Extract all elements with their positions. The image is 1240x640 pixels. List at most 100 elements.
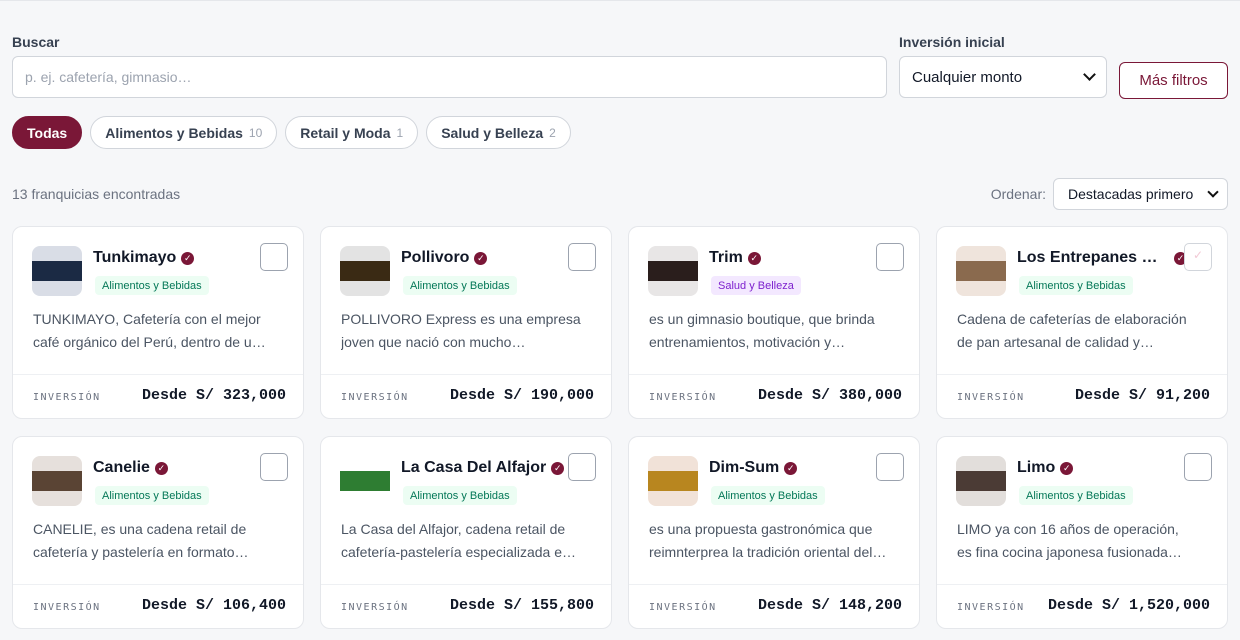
franchise-card[interactable]: Limo ✓ Alimentos y Bebidas LIMO ya con 1… — [936, 436, 1228, 629]
sort-label: Ordenar: — [990, 186, 1046, 202]
verified-badge-icon: ✓ — [154, 461, 168, 475]
franchise-logo — [32, 246, 82, 296]
verified-badge-icon: ✓ — [474, 251, 488, 265]
franchise-description: La Casa del Alfajor, cadena retail de ca… — [341, 518, 596, 564]
top-divider — [0, 0, 1240, 1]
investment-value: Desde S/ 148,200 — [757, 597, 902, 614]
chip-alimentos-y-bebidas[interactable]: Alimentos y Bebidas 10 — [90, 116, 278, 149]
franchise-name-row: Canelie ✓ — [93, 459, 168, 477]
franchise-card[interactable]: La Casa Del Alfajor ✓ Alimentos y Bebida… — [320, 436, 612, 629]
search-block: Buscar — [12, 34, 887, 98]
category-tag: Alimentos y Bebidas — [95, 486, 209, 505]
franchise-name-row: Pollivoro ✓ — [401, 249, 488, 267]
category-tag: Alimentos y Bebidas — [1019, 276, 1133, 295]
category-tag: Alimentos y Bebidas — [403, 486, 517, 505]
investment-value: Desde S/ 1,520,000 — [1047, 597, 1210, 614]
description-line: joven que nació con mucho… — [341, 334, 526, 350]
investment-select[interactable]: Cualquier monto — [899, 56, 1107, 98]
sort-selected-value: Destacadas primero — [1068, 186, 1194, 202]
franchise-grid: Tunkimayo ✓ Alimentos y Bebidas TUNKIMAY… — [12, 226, 1228, 629]
investment-caption: INVERSIÓN — [649, 392, 717, 403]
sort-select[interactable]: Destacadas primero — [1053, 178, 1228, 210]
investment-label: Inversión inicial — [899, 34, 1005, 50]
franchise-card[interactable]: Pollivoro ✓ Alimentos y Bebidas POLLIVOR… — [320, 226, 612, 419]
franchise-name-row: Limo ✓ — [1017, 459, 1074, 477]
category-tag: Alimentos y Bebidas — [711, 486, 825, 505]
card-footer: INVERSIÓN Desde S/ 380,000 — [629, 374, 919, 418]
franchise-name[interactable]: Trim — [709, 249, 743, 267]
more-filters-button[interactable]: Más filtros — [1119, 62, 1228, 99]
description-line: Cadena de cafeterías de elaboración — [957, 311, 1187, 327]
investment-caption: INVERSIÓN — [33, 602, 101, 613]
investment-value: Desde S/ 190,000 — [449, 387, 594, 404]
description-line: cafetería-pastelería especializada e… — [341, 544, 577, 560]
sort-control: Ordenar: Destacadas primero — [991, 178, 1228, 210]
card-footer: INVERSIÓN Desde S/ 106,400 — [13, 584, 303, 628]
franchise-description: CANELIE, es una cadena retail de cafeter… — [33, 518, 288, 564]
compare-checkbox[interactable] — [260, 453, 288, 481]
compare-checkbox[interactable] — [1184, 453, 1212, 481]
franchise-name[interactable]: Pollivoro — [401, 249, 469, 267]
franchise-card[interactable]: Canelie ✓ Alimentos y Bebidas CANELIE, e… — [12, 436, 304, 629]
card-footer: INVERSIÓN Desde S/ 91,200 — [937, 374, 1227, 418]
description-line: La Casa del Alfajor, cadena retail de — [341, 521, 566, 537]
compare-checkbox[interactable] — [1184, 243, 1212, 271]
chip-label: Alimentos y Bebidas — [105, 124, 243, 141]
franchise-name-row: La Casa Del Alfajor ✓ — [401, 459, 565, 477]
investment-value: Desde S/ 380,000 — [757, 387, 902, 404]
franchise-name[interactable]: La Casa Del Alfajor — [401, 459, 546, 477]
card-footer: INVERSIÓN Desde S/ 155,800 — [321, 584, 611, 628]
chip-count: 1 — [396, 125, 404, 140]
franchise-name-row: Los Entrepanes De Papá ✓ — [1017, 249, 1187, 267]
franchise-card[interactable]: Tunkimayo ✓ Alimentos y Bebidas TUNKIMAY… — [12, 226, 304, 419]
chip-label: Todas — [27, 124, 68, 141]
description-line: CANELIE, es una cadena retail de — [33, 521, 247, 537]
franchise-name[interactable]: Limo — [1017, 459, 1055, 477]
category-tag: Alimentos y Bebidas — [1019, 486, 1133, 505]
franchise-logo — [32, 456, 82, 506]
filters-bar: Buscar Inversión inicial Cualquier monto… — [12, 34, 1228, 100]
verified-badge-icon: ✓ — [551, 461, 565, 475]
category-tag: Alimentos y Bebidas — [95, 276, 209, 295]
franchise-description: POLLIVORO Express es una empresa joven q… — [341, 308, 596, 354]
chip-todas[interactable]: Todas — [12, 116, 83, 149]
investment-value: Desde S/ 106,400 — [141, 597, 286, 614]
compare-checkbox[interactable] — [568, 243, 596, 271]
investment-caption: INVERSIÓN — [33, 392, 101, 403]
compare-checkbox[interactable] — [876, 243, 904, 271]
franchise-card[interactable]: Dim-Sum ✓ Alimentos y Bebidas es una pro… — [628, 436, 920, 629]
investment-caption: INVERSIÓN — [341, 392, 409, 403]
franchise-name[interactable]: Dim-Sum — [709, 459, 779, 477]
franchise-logo — [956, 456, 1006, 506]
verified-badge-icon: ✓ — [181, 251, 195, 265]
franchise-logo — [340, 456, 390, 506]
investment-value: Desde S/ 323,000 — [141, 387, 286, 404]
description-line: cafetería y pastelería en formato… — [33, 544, 249, 560]
description-line: es fina cocina japonesa fusionada… — [957, 544, 1182, 560]
franchise-logo — [956, 246, 1006, 296]
card-footer: INVERSIÓN Desde S/ 1,520,000 — [937, 584, 1227, 628]
franchise-name-row: Dim-Sum ✓ — [709, 459, 798, 477]
franchise-card[interactable]: Los Entrepanes De Papá ✓ Alimentos y Beb… — [936, 226, 1228, 419]
franchise-name[interactable]: Los Entrepanes De Papá — [1017, 249, 1169, 267]
description-line: café orgánico del Perú, dentro de u… — [33, 334, 266, 350]
card-footer: INVERSIÓN Desde S/ 190,000 — [321, 374, 611, 418]
search-input[interactable] — [12, 56, 887, 98]
franchise-name[interactable]: Tunkimayo — [93, 249, 176, 267]
compare-checkbox[interactable] — [876, 453, 904, 481]
description-line: POLLIVORO Express es una empresa — [341, 311, 581, 327]
description-line: de pan artesanal de calidad y… — [957, 334, 1154, 350]
compare-checkbox[interactable] — [260, 243, 288, 271]
franchise-description: es una propuesta gastronómica que reimnt… — [649, 518, 904, 564]
description-line: es un gimnasio boutique, que brinda — [649, 311, 875, 327]
description-line: TUNKIMAYO, Cafetería con el mejor — [33, 311, 261, 327]
chip-retail-y-moda[interactable]: Retail y Moda 1 — [285, 116, 419, 149]
compare-checkbox[interactable] — [568, 453, 596, 481]
verified-badge-icon: ✓ — [784, 461, 798, 475]
description-line: reimnterprea la tradición oriental del… — [649, 544, 887, 560]
franchise-logo — [648, 246, 698, 296]
franchise-description: es un gimnasio boutique, que brinda entr… — [649, 308, 904, 354]
franchise-card[interactable]: Trim ✓ Salud y Belleza es un gimnasio bo… — [628, 226, 920, 419]
chip-salud-y-belleza[interactable]: Salud y Belleza 2 — [426, 116, 571, 149]
franchise-name[interactable]: Canelie — [93, 459, 150, 477]
